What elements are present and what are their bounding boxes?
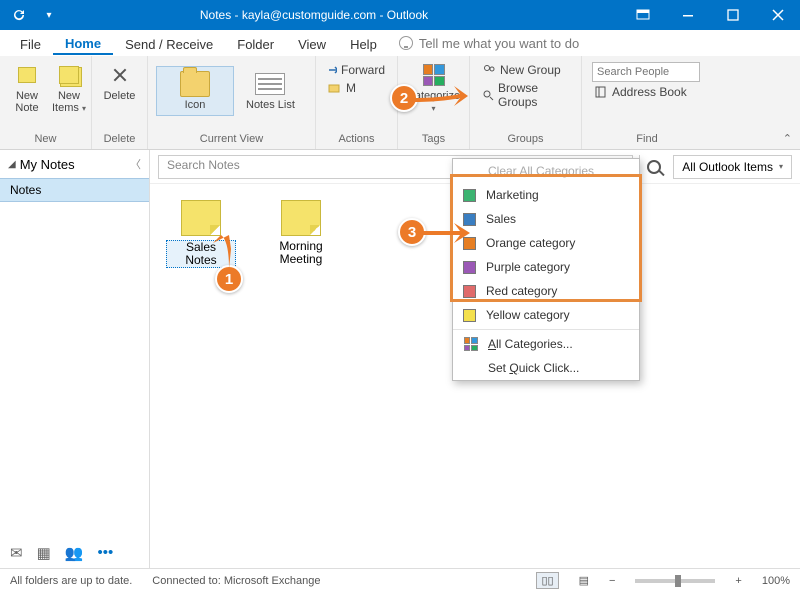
view-icon-button[interactable]: Icon (156, 66, 234, 116)
caret-icon: ◢ (8, 159, 16, 170)
browse-icon (482, 89, 494, 101)
callout-1: 1 (215, 265, 243, 293)
folder-icon (180, 71, 210, 97)
tell-me-placeholder: Tell me what you want to do (419, 36, 579, 51)
tab-send-receive[interactable]: Send / Receive (113, 33, 225, 54)
tab-home[interactable]: Home (53, 32, 113, 55)
note-label: Morning Meeting (279, 240, 322, 266)
group-tags-label: Tags (406, 133, 461, 147)
category-purple[interactable]: Purple category (453, 255, 639, 279)
close-button[interactable] (755, 0, 800, 30)
bulb-icon (399, 36, 413, 50)
title-bar: ▾ Notes - kayla@customguide.com - Outloo… (0, 0, 800, 30)
tab-help[interactable]: Help (338, 33, 389, 54)
new-items-button[interactable]: New Items ▾ (48, 60, 90, 117)
delete-icon (111, 66, 129, 84)
zoom-out-button[interactable]: − (609, 575, 615, 587)
category-orange[interactable]: Orange category (453, 231, 639, 255)
callout-2: 2 (390, 84, 418, 112)
group-new-label: New (8, 133, 83, 147)
category-red[interactable]: Red category (453, 279, 639, 303)
notes-stack-icon (59, 66, 79, 84)
status-folders: All folders are up to date. (10, 575, 132, 587)
nav-people-icon[interactable]: 👥 (65, 544, 84, 562)
note-item-morning[interactable]: Morning Meeting (266, 200, 336, 268)
group-find-label: Find (590, 133, 704, 147)
group-actions-label: Actions (324, 133, 389, 147)
chevron-left-icon[interactable]: 〈 (130, 156, 141, 172)
list-icon (255, 73, 285, 95)
zoom-level: 100% (762, 575, 790, 587)
forward-button[interactable]: Forward (326, 62, 387, 78)
zoom-slider[interactable] (635, 579, 715, 583)
search-icon (647, 160, 661, 174)
search-people-input[interactable] (592, 62, 700, 82)
tab-folder[interactable]: Folder (225, 33, 286, 54)
delete-button[interactable]: Delete (100, 60, 139, 104)
folder-notes[interactable]: Notes (0, 178, 149, 202)
nav-more-icon[interactable]: ••• (97, 544, 113, 562)
window-title: Notes - kayla@customguide.com - Outlook (68, 8, 620, 22)
collapse-ribbon-icon[interactable]: ⌃ (783, 132, 792, 145)
note-icon (18, 67, 36, 83)
nav-calendar-icon[interactable]: ▦ (37, 544, 51, 562)
category-sales[interactable]: Sales (453, 207, 639, 231)
clear-categories-item: Clear All Categories (453, 159, 639, 183)
search-button[interactable] (639, 155, 667, 179)
minimize-button[interactable] (665, 0, 710, 30)
group-delete-label: Delete (100, 133, 139, 147)
category-yellow[interactable]: Yellow category (453, 303, 639, 327)
group-currentview-label: Current View (156, 133, 307, 147)
nav-bar: ✉ ▦ 👥 ••• (0, 538, 149, 568)
move-icon (328, 82, 342, 94)
category-marketing[interactable]: Marketing (453, 183, 639, 207)
view-normal-icon[interactable]: ▯▯ (536, 572, 558, 589)
address-book-button[interactable]: Address Book (592, 84, 702, 100)
view-noteslist-button[interactable]: Notes List (242, 69, 299, 113)
all-categories-item[interactable]: All Categories... (453, 332, 639, 356)
refresh-icon[interactable] (6, 2, 32, 28)
addressbook-icon (594, 86, 608, 98)
group-people-icon (482, 64, 496, 76)
callout-3: 3 (398, 218, 426, 246)
move-button[interactable]: M (326, 80, 387, 96)
zoom-in-button[interactable]: + (735, 575, 741, 587)
new-note-button[interactable]: New Note (8, 60, 46, 117)
categories-icon (464, 337, 478, 351)
nav-mail-icon[interactable]: ✉ (10, 544, 23, 562)
categorize-dropdown: Clear All Categories Marketing Sales Ora… (452, 158, 640, 381)
view-reading-icon[interactable]: ▤ (579, 574, 589, 587)
categorize-icon (423, 64, 445, 86)
ribbon-display-icon[interactable] (620, 0, 665, 30)
tab-view[interactable]: View (286, 33, 338, 54)
status-connection: Connected to: Microsoft Exchange (152, 575, 320, 587)
menu-bar: File Home Send / Receive Folder View Hel… (0, 30, 800, 56)
body: ◢ My Notes 〈 Notes ✉ ▦ 👥 ••• Search Note… (0, 150, 800, 568)
search-scope-dropdown[interactable]: All Outlook Items▾ (673, 155, 792, 179)
tab-file[interactable]: File (8, 33, 53, 54)
group-groups-label: Groups (478, 133, 573, 147)
maximize-button[interactable] (710, 0, 755, 30)
status-bar: All folders are up to date. Connected to… (0, 568, 800, 592)
folder-pane-header[interactable]: ◢ My Notes 〈 (0, 150, 149, 178)
browse-groups-button[interactable]: Browse Groups (480, 80, 571, 110)
forward-icon (328, 65, 337, 75)
folder-pane: ◢ My Notes 〈 Notes ✉ ▦ 👥 ••• (0, 150, 150, 568)
set-quick-click-item[interactable]: Set Quick Click... (453, 356, 639, 380)
tell-me-input[interactable]: Tell me what you want to do (399, 36, 579, 51)
note-icon (281, 200, 321, 236)
new-group-button[interactable]: New Group (480, 62, 571, 78)
qat-dropdown-icon[interactable]: ▾ (36, 2, 62, 28)
